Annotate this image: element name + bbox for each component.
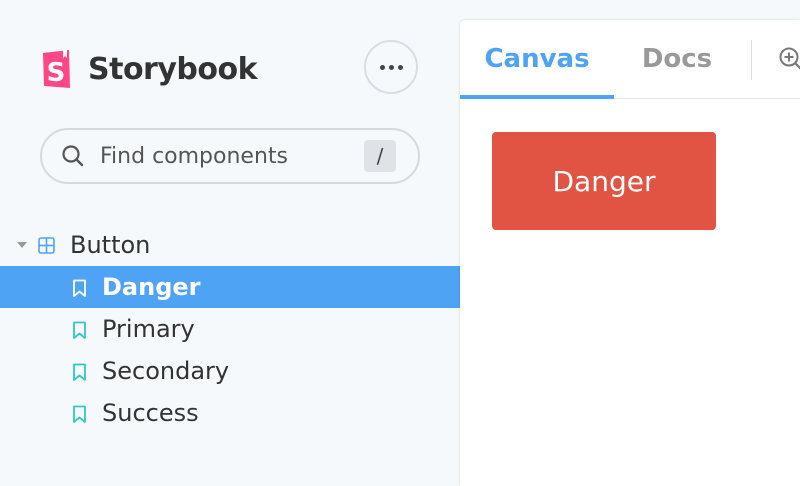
- search-shortcut-key: /: [364, 140, 396, 172]
- logo-letter: S: [47, 58, 66, 88]
- caret-down-icon[interactable]: [17, 242, 27, 248]
- component-tree: Button Danger Primary Secondary Success: [0, 224, 460, 434]
- tree-story-label: Danger: [102, 273, 201, 301]
- toolbar-divider: [751, 40, 752, 80]
- tab-canvas-label: Canvas: [484, 44, 590, 74]
- danger-button[interactable]: Danger: [492, 132, 716, 230]
- search-box[interactable]: /: [40, 128, 420, 184]
- component-grid-icon: [38, 237, 55, 254]
- search-input[interactable]: [98, 142, 352, 170]
- tree-story-secondary[interactable]: Secondary: [0, 350, 460, 392]
- more-options-button[interactable]: [364, 40, 418, 94]
- preview-tabs: Canvas Docs: [460, 20, 800, 99]
- tab-canvas[interactable]: Canvas: [460, 20, 614, 99]
- more-dots-icon-dot: [397, 64, 403, 70]
- brand[interactable]: S Storybook: [40, 48, 258, 90]
- tree-story-primary[interactable]: Primary: [0, 308, 460, 350]
- tab-docs-label: Docs: [641, 44, 713, 74]
- tree-story-success[interactable]: Success: [0, 392, 460, 434]
- tree-group-button[interactable]: Button: [0, 224, 460, 266]
- tree-story-danger[interactable]: Danger: [0, 266, 460, 308]
- zoom-in-icon[interactable]: [778, 46, 800, 72]
- bookmark-icon: [73, 405, 86, 423]
- tree-group-label: Button: [70, 231, 151, 259]
- brand-name: Storybook: [88, 51, 258, 87]
- preview-panel: Canvas Docs Danger: [460, 20, 800, 486]
- bookmark-icon: [73, 321, 86, 339]
- tab-docs[interactable]: Docs: [614, 20, 740, 98]
- active-tab-indicator: [460, 95, 614, 99]
- tree-story-label: Secondary: [102, 357, 230, 385]
- sidebar: S Storybook / Button Danger: [0, 0, 460, 486]
- bookmark-icon: [73, 279, 86, 297]
- tree-story-label: Primary: [102, 315, 195, 343]
- tree-story-label: Success: [102, 399, 199, 427]
- search-icon: [62, 145, 84, 167]
- more-dots-icon: [379, 64, 385, 70]
- more-dots-icon-dot: [388, 64, 394, 70]
- storybook-logo-icon: S: [43, 49, 70, 88]
- bookmark-icon: [73, 363, 86, 381]
